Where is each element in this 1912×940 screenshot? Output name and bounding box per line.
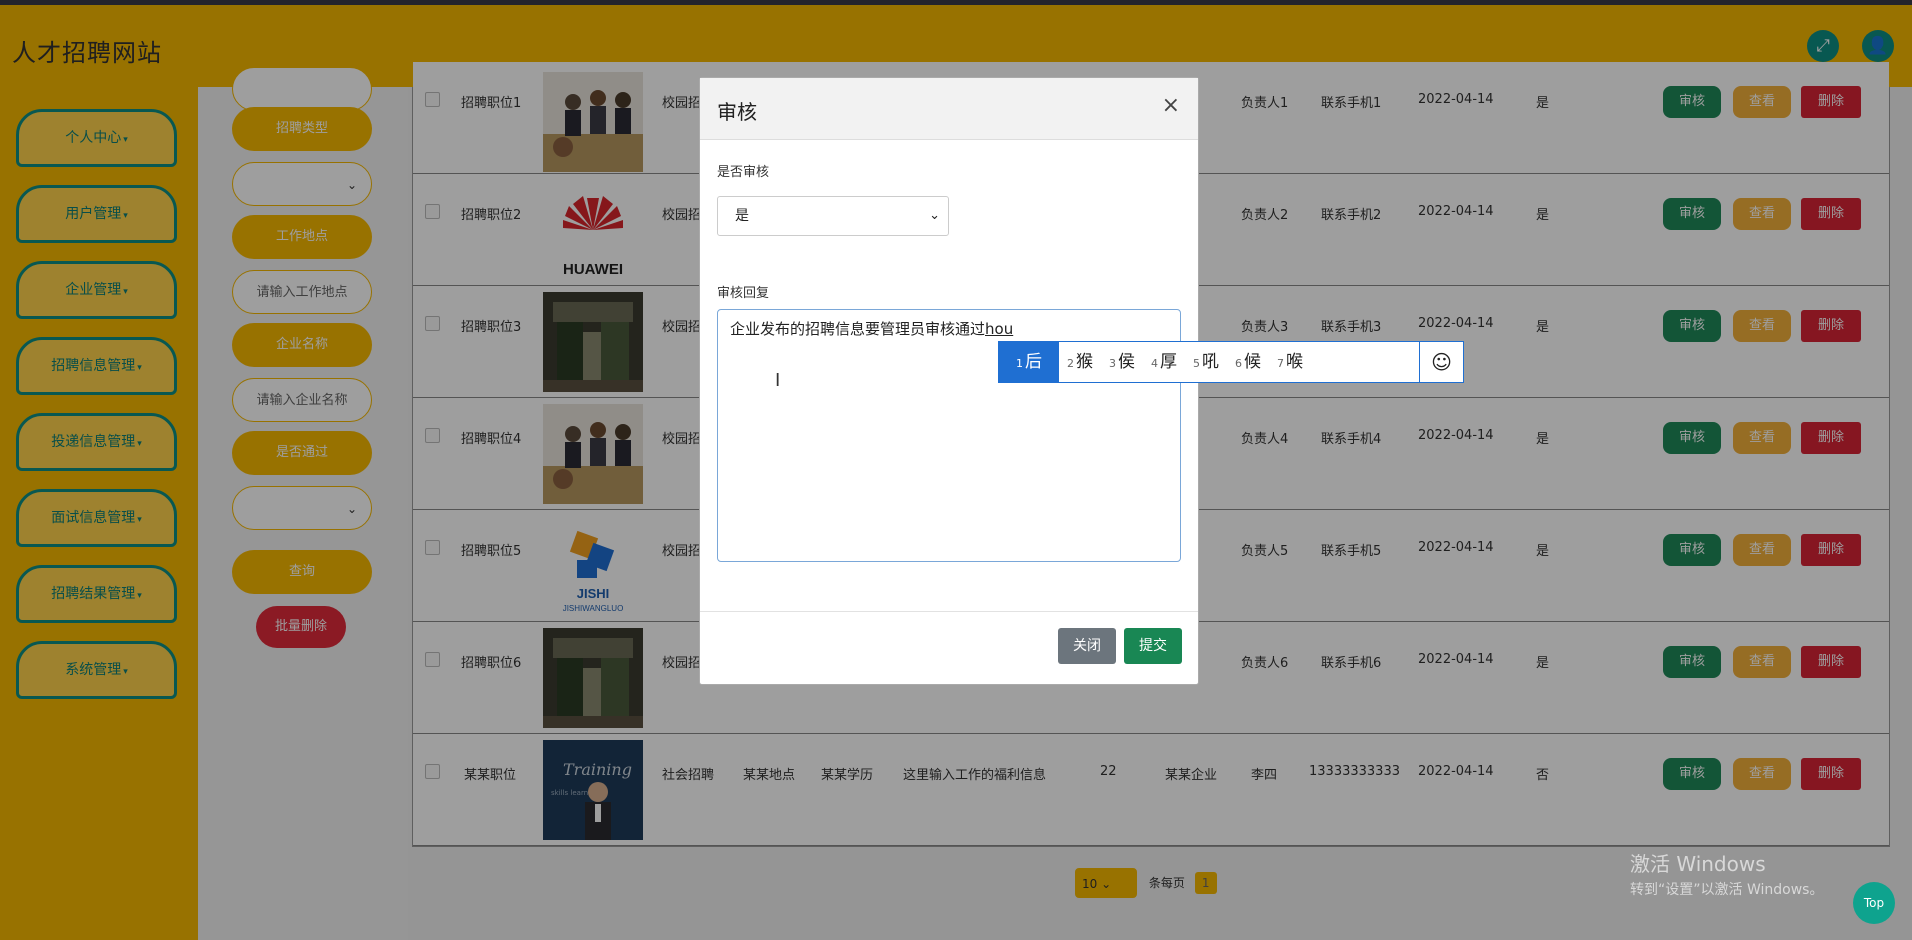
watermark-line1: 激活 Windows [1630,852,1766,876]
text-cursor-icon: I [775,370,781,391]
windows-activation-watermark: 激活 Windows 转到“设置”以激活 Windows。 [1630,848,1823,899]
audit-reply-label: 审核回复 [717,286,770,301]
audit-status-value: 是 [735,208,749,224]
audit-status-label: 是否审核 [717,165,770,180]
ime-candidate-1[interactable]: 1后 [999,342,1059,382]
audit-reply-text: 企业发布的招聘信息要管理员审核通过 [730,320,986,338]
ime-candidate-4[interactable]: 4厚 [1143,342,1185,382]
modal-header: 审核 × [700,78,1198,140]
ime-candidate-2[interactable]: 2猴 [1059,342,1101,382]
ime-candidate-bar: 1后 2猴 3侯 4厚 5吼 6候 7喉 ☺ [998,341,1464,383]
audit-status-select[interactable]: 是 ⌄ [717,196,949,236]
ime-candidate-3[interactable]: 3侯 [1101,342,1143,382]
modal-title: 审核 [717,100,757,124]
ime-candidate-7[interactable]: 7喉 [1269,342,1311,382]
close-icon[interactable]: × [1162,93,1180,118]
modal-footer-divider [700,611,1198,612]
ime-candidate-5[interactable]: 5吼 [1185,342,1227,382]
chevron-down-icon: ⌄ [929,208,940,223]
back-to-top-button[interactable]: Top [1853,882,1895,924]
smiley-icon[interactable]: ☺ [1419,342,1463,382]
close-button[interactable]: 关闭 [1058,628,1116,664]
submit-button[interactable]: 提交 [1124,628,1182,664]
ime-composition-text: hou [985,320,1014,338]
watermark-line2: 转到“设置”以激活 Windows。 [1630,882,1824,898]
ime-candidate-6[interactable]: 6候 [1227,342,1269,382]
